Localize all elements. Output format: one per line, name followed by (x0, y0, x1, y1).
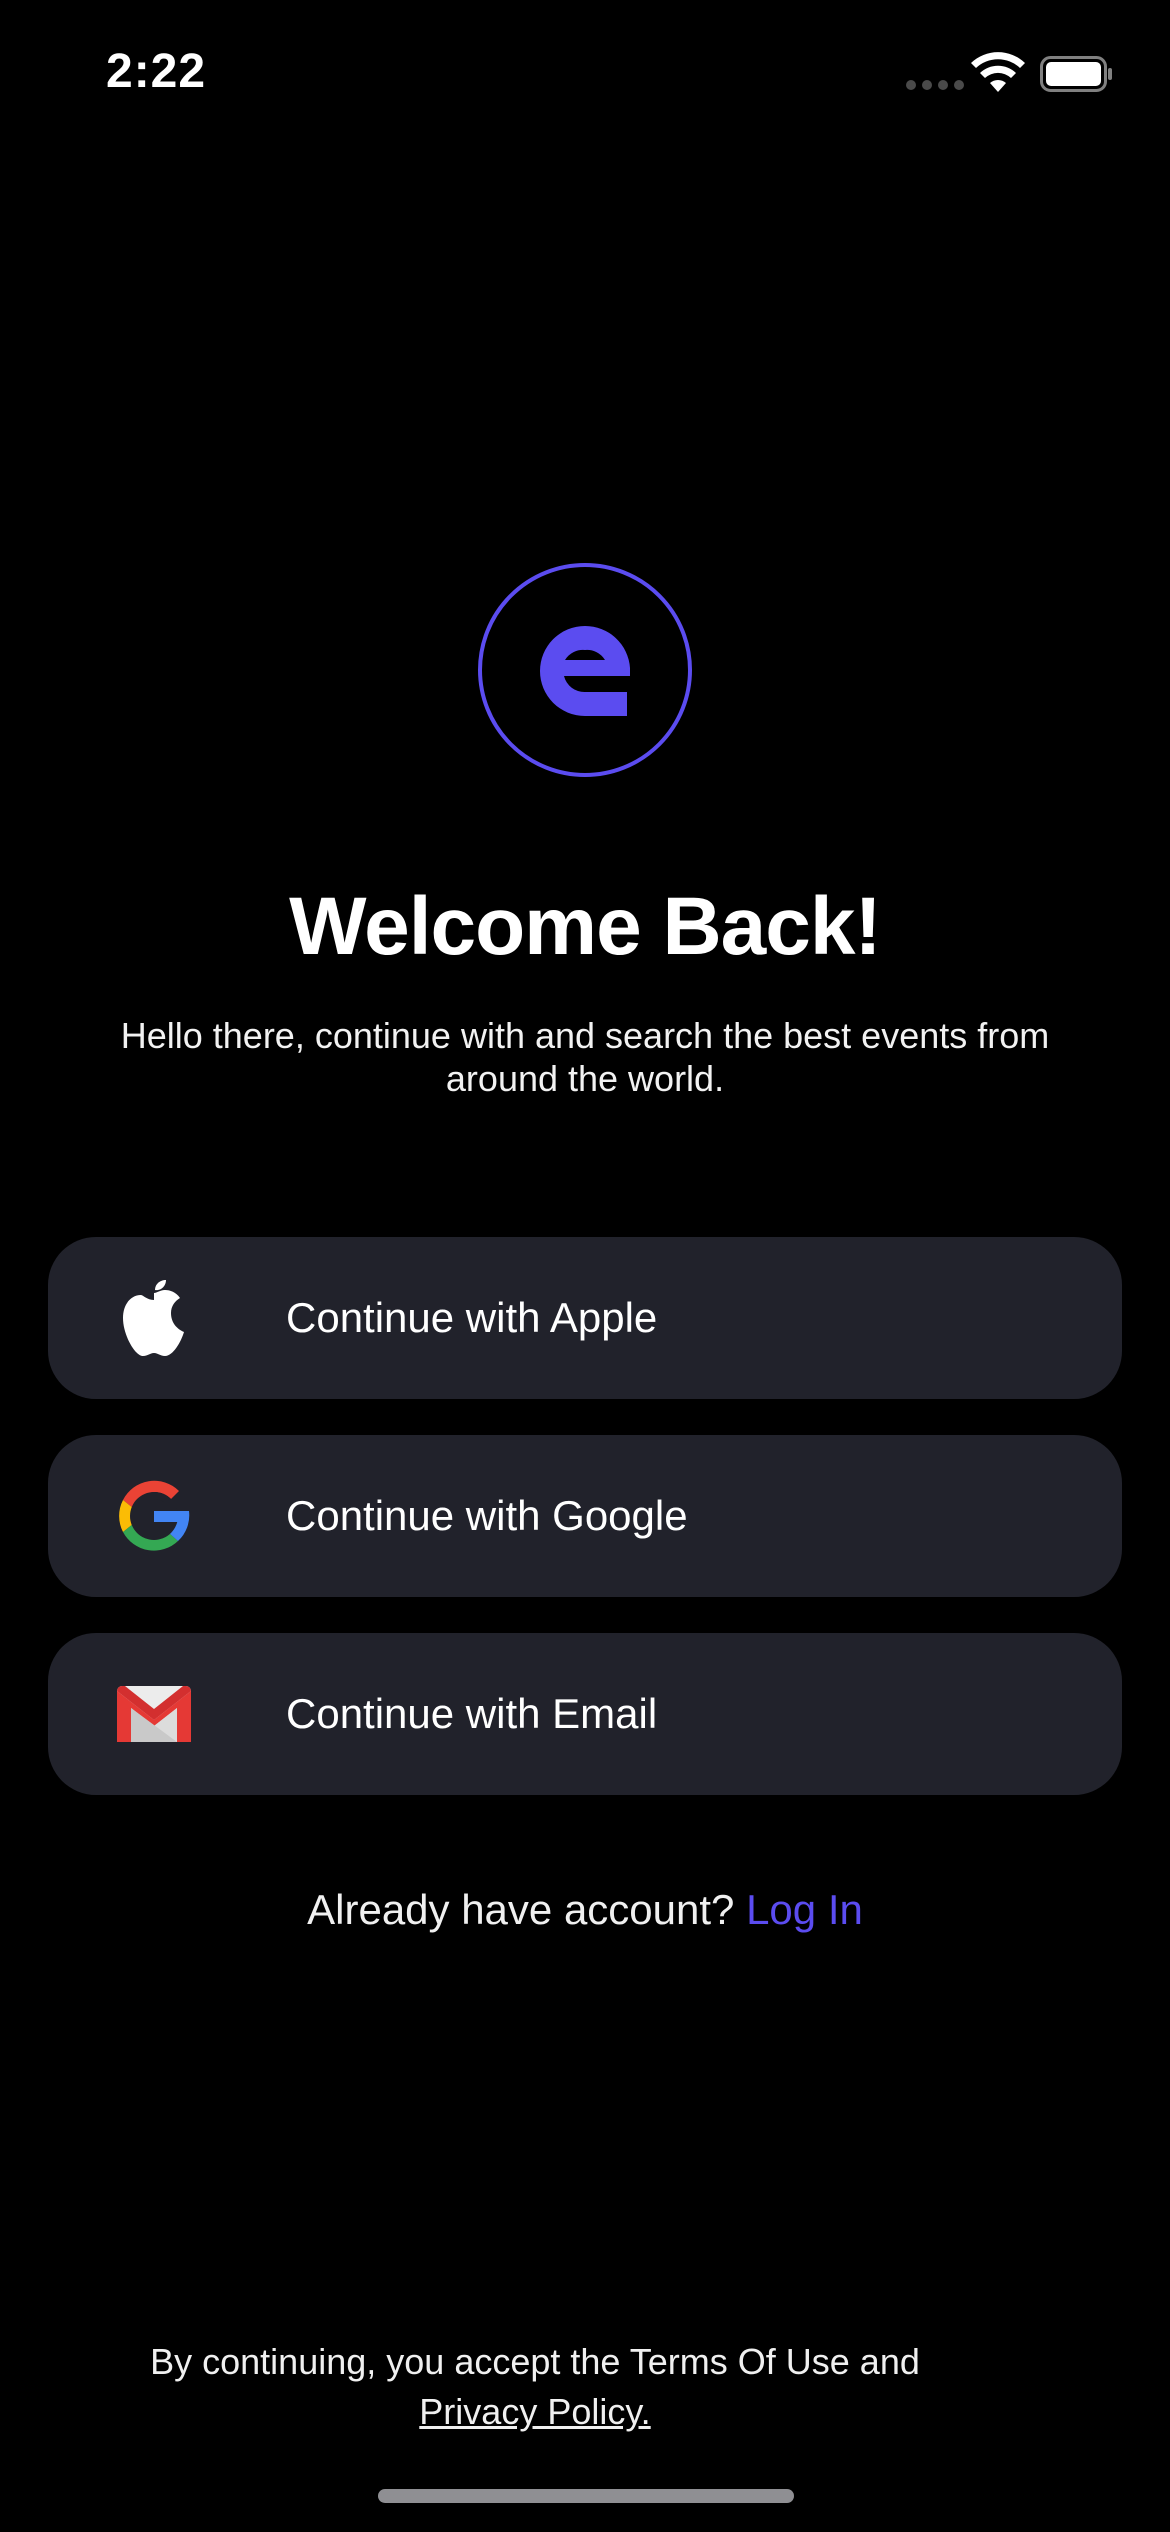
status-bar: 2:22 (0, 0, 1170, 150)
button-label: Continue with Google (286, 1492, 688, 1539)
continue-with-apple-button[interactable]: Continue with Apple (48, 1237, 1122, 1399)
status-time: 2:22 (106, 45, 207, 98)
google-icon (114, 1476, 194, 1556)
battery-icon (1040, 56, 1112, 92)
apple-icon (114, 1278, 194, 1358)
continue-with-google-button[interactable]: Continue with Google (48, 1435, 1122, 1597)
cellular-signal-icon (906, 80, 964, 90)
continue-with-email-button[interactable]: Continue with Email (48, 1633, 1122, 1795)
login-prompt: Already have account? Log In (0, 1886, 1170, 1934)
e-logo-icon (478, 563, 692, 777)
gmail-icon (114, 1674, 194, 1754)
button-label: Continue with Apple (286, 1294, 658, 1341)
log-in-link[interactable]: Log In (746, 1886, 863, 1933)
page-title: Welcome Back! (289, 881, 882, 972)
page-subtitle: Hello there, continue with and search th… (120, 1015, 1050, 1099)
button-label: Continue with Email (286, 1690, 658, 1737)
login-prompt-text: Already have account? (307, 1886, 735, 1933)
terms-text: By continuing, you accept the Terms Of U… (150, 2341, 920, 2382)
terms-footer: By continuing, you accept the Terms Of U… (135, 2337, 935, 2437)
wifi-icon (971, 52, 1025, 92)
home-indicator (378, 2489, 794, 2503)
privacy-policy-link[interactable]: Privacy Policy. (419, 2391, 650, 2432)
